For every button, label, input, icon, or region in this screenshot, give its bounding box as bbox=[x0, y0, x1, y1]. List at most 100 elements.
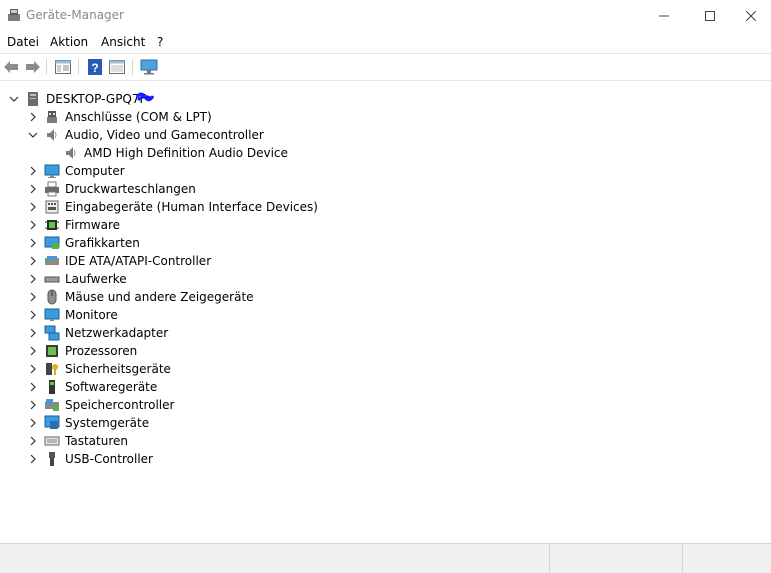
tree-item-label: Netzwerkadapter bbox=[65, 326, 169, 340]
help-icon: ? bbox=[88, 59, 102, 75]
tree-item-label: Computer bbox=[65, 164, 125, 178]
window-title: Geräte-Manager bbox=[26, 8, 124, 22]
expand-chevron-icon[interactable] bbox=[28, 256, 38, 266]
tree-item-label: DESKTOP-GPQ7F bbox=[46, 92, 147, 106]
software-device-icon bbox=[44, 379, 60, 395]
menu-help[interactable]: ? bbox=[157, 35, 163, 49]
back-button[interactable] bbox=[2, 58, 20, 76]
status-cell bbox=[683, 544, 770, 573]
toolbar-separator bbox=[132, 59, 133, 75]
forward-arrow-icon bbox=[26, 61, 40, 73]
show-hidden-button[interactable] bbox=[108, 58, 126, 76]
tree-category[interactable]: Anschlüsse (COM & LPT) bbox=[3, 108, 763, 126]
tree-item-label: Softwaregeräte bbox=[65, 380, 158, 394]
expand-chevron-icon[interactable] bbox=[28, 112, 38, 122]
minimize-icon bbox=[659, 15, 669, 16]
tree-category[interactable]: Eingabegeräte (Human Interface Devices) bbox=[3, 198, 763, 216]
status-cell bbox=[0, 544, 550, 573]
expand-chevron-icon[interactable] bbox=[28, 364, 38, 374]
collapse-chevron-icon[interactable] bbox=[28, 130, 38, 140]
storage-controller-icon bbox=[44, 397, 60, 413]
expand-chevron-icon[interactable] bbox=[28, 454, 38, 464]
back-arrow-icon bbox=[4, 61, 18, 73]
keyboard-icon bbox=[44, 433, 60, 449]
tree-category[interactable]: Sicherheitsgeräte bbox=[3, 360, 763, 378]
tree-category[interactable]: USB-Controller bbox=[3, 450, 763, 468]
tree-category[interactable]: Grafikkarten bbox=[3, 234, 763, 252]
tree-item-label: Sicherheitsgeräte bbox=[65, 362, 171, 376]
expand-chevron-icon[interactable] bbox=[28, 292, 38, 302]
properties-pane-button[interactable] bbox=[54, 58, 72, 76]
speaker-icon bbox=[63, 145, 79, 161]
tree-category[interactable]: Firmware bbox=[3, 216, 763, 234]
tree-item-label: Eingabegeräte (Human Interface Devices) bbox=[65, 200, 318, 214]
minimize-button[interactable] bbox=[641, 0, 687, 31]
device-manager-icon bbox=[8, 9, 20, 21]
expand-chevron-icon[interactable] bbox=[28, 166, 38, 176]
maximize-icon bbox=[705, 10, 715, 21]
tree-item-label: Tastaturen bbox=[65, 434, 128, 448]
network-adapter-icon bbox=[44, 325, 60, 341]
expand-chevron-icon[interactable] bbox=[28, 220, 38, 230]
expand-chevron-icon[interactable] bbox=[28, 328, 38, 338]
firmware-chip-icon bbox=[44, 217, 60, 233]
toolbar-separator bbox=[46, 59, 47, 75]
tree-category[interactable]: Mäuse und andere Zeigegeräte bbox=[3, 288, 763, 306]
properties-pane-icon bbox=[55, 60, 71, 74]
expand-chevron-icon[interactable] bbox=[28, 400, 38, 410]
tree-item-label: Speichercontroller bbox=[65, 398, 175, 412]
system-device-icon bbox=[44, 415, 60, 431]
tree-category[interactable]: Prozessoren bbox=[3, 342, 763, 360]
show-hidden-icon bbox=[109, 60, 125, 74]
toolbar-separator bbox=[78, 59, 79, 75]
speaker-icon bbox=[44, 127, 60, 143]
ide-controller-icon bbox=[44, 253, 60, 269]
tree-category[interactable]: Netzwerkadapter bbox=[3, 324, 763, 342]
tree-category[interactable]: Audio, Video und Gamecontroller bbox=[3, 126, 763, 144]
menu-aktion[interactable]: Aktion bbox=[50, 35, 88, 49]
expand-chevron-icon[interactable] bbox=[28, 436, 38, 446]
port-icon bbox=[44, 109, 60, 125]
monitor-icon bbox=[44, 307, 60, 323]
tree-category[interactable]: Softwaregeräte bbox=[3, 378, 763, 396]
scan-hardware-button[interactable] bbox=[140, 58, 158, 76]
tree-category[interactable]: Systemgeräte bbox=[3, 414, 763, 432]
computer-icon bbox=[44, 163, 60, 179]
tree-category[interactable]: Laufwerke bbox=[3, 270, 763, 288]
tree-category[interactable]: Druckwarteschlangen bbox=[3, 180, 763, 198]
status-bar bbox=[0, 543, 771, 573]
tree-device[interactable]: AMD High Definition Audio Device bbox=[3, 144, 763, 162]
printer-icon bbox=[44, 181, 60, 197]
tree-root-computer[interactable]: DESKTOP-GPQ7F bbox=[3, 90, 763, 108]
expand-chevron-icon[interactable] bbox=[28, 184, 38, 194]
expand-chevron-icon[interactable] bbox=[28, 274, 38, 284]
expand-chevron-icon[interactable] bbox=[28, 382, 38, 392]
tree-category[interactable]: IDE ATA/ATAPI-Controller bbox=[3, 252, 763, 270]
expand-chevron-icon[interactable] bbox=[28, 346, 38, 356]
expand-chevron-icon[interactable] bbox=[28, 418, 38, 428]
expand-chevron-icon[interactable] bbox=[28, 310, 38, 320]
svg-text:?: ? bbox=[91, 61, 98, 75]
expand-chevron-icon[interactable] bbox=[28, 202, 38, 212]
collapse-chevron-icon[interactable] bbox=[9, 94, 19, 104]
computer-root-icon bbox=[25, 91, 41, 107]
tree-item-label: Monitore bbox=[65, 308, 118, 322]
expand-chevron-icon[interactable] bbox=[28, 238, 38, 248]
redaction-scribble bbox=[136, 92, 154, 102]
forward-button[interactable] bbox=[24, 58, 42, 76]
tree-category[interactable]: Monitore bbox=[3, 306, 763, 324]
menu-datei[interactable]: Datei bbox=[7, 35, 39, 49]
help-button[interactable]: ? bbox=[86, 58, 104, 76]
close-button[interactable] bbox=[731, 0, 771, 31]
tree-item-label: IDE ATA/ATAPI-Controller bbox=[65, 254, 212, 268]
tree-category[interactable]: Computer bbox=[3, 162, 763, 180]
security-device-icon bbox=[44, 361, 60, 377]
disk-drive-icon bbox=[44, 271, 60, 287]
tree-item-label: Firmware bbox=[65, 218, 120, 232]
tree-category[interactable]: Speichercontroller bbox=[3, 396, 763, 414]
menu-bar: Datei Aktion Ansicht ? bbox=[0, 31, 771, 53]
maximize-button[interactable] bbox=[687, 0, 733, 31]
tree-item-label: Mäuse und andere Zeigegeräte bbox=[65, 290, 254, 304]
tree-category[interactable]: Tastaturen bbox=[3, 432, 763, 450]
menu-ansicht[interactable]: Ansicht bbox=[101, 35, 145, 49]
